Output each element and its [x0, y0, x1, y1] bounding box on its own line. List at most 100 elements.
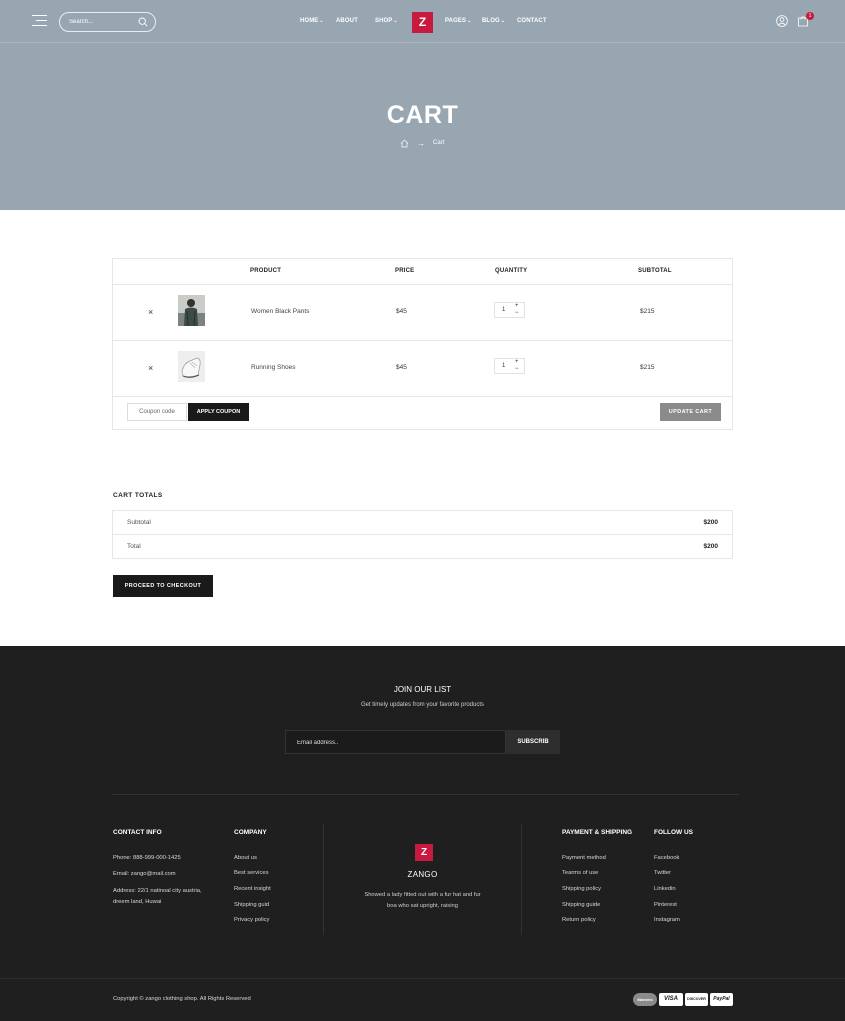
company-title: COMPANY [234, 829, 267, 836]
product-thumbnail[interactable] [178, 351, 205, 382]
menu-icon[interactable] [32, 15, 47, 26]
quantity-input[interactable]: 1 [502, 363, 505, 369]
footer-link[interactable]: Shipping guide [562, 902, 600, 908]
social-link-pinterest[interactable]: Pinterest [654, 902, 677, 908]
footer-link[interactable]: Recent insight [234, 886, 271, 892]
product-price: $45 [396, 364, 407, 371]
col-header-price: PRICE [395, 268, 415, 274]
remove-item-button[interactable]: × [148, 307, 153, 317]
search-input[interactable] [69, 16, 139, 28]
nav-blog[interactable]: BLOG⌄ [482, 18, 505, 24]
chevron-down-icon: ⌄ [467, 18, 472, 24]
cart-totals-title: CART TOTALS [113, 492, 163, 499]
top-navigation-bar: HOME⌄ ABOUT SHOP⌄ Z PAGES⌄ BLOG⌄ CONTACT… [0, 0, 845, 43]
footer-column-divider [323, 824, 324, 935]
cart-table: PRODUCT PRICE QUANTITY SUBTOTAL × Women … [112, 258, 733, 430]
contact-phone: Phone: 888-999-000-1425 [113, 855, 181, 861]
social-link-twitter[interactable]: Twitter [654, 870, 671, 876]
quantity-increase-button[interactable]: + [515, 359, 519, 366]
payment-shipping-title: PAYMENT & SHIPPING [562, 829, 633, 836]
newsletter-subtitle: Get timely updates from your favorite pr… [360, 702, 485, 708]
product-name[interactable]: Running Shoes [251, 364, 295, 371]
footer-link[interactable]: Shipping policy [562, 886, 601, 892]
subscribe-button[interactable]: SUBSCRIB [506, 730, 560, 754]
footer-bottom-divider [0, 978, 845, 979]
visa-card-icon: VISA [659, 993, 683, 1006]
newsletter-form [285, 730, 506, 754]
quantity-decrease-button[interactable]: − [515, 310, 519, 317]
footer-link[interactable]: About us [234, 855, 257, 861]
cart-row: × Women Black Pants $45 1 + − $215 [113, 285, 732, 341]
quantity-input[interactable]: 1 [502, 307, 505, 313]
maestro-card-icon: Maestro [633, 993, 657, 1006]
cart-totals-table: Subtotal $200 Total $200 [112, 510, 733, 559]
product-subtotal: $215 [640, 364, 655, 371]
product-name[interactable]: Women Black Pants [251, 308, 309, 315]
update-cart-button[interactable]: UPDATE CART [660, 403, 721, 421]
total-row: Total $200 [113, 535, 732, 559]
arrow-right-icon: → [417, 139, 425, 148]
proceed-to-checkout-button[interactable]: PROCEED TO CHECKOUT [113, 575, 213, 597]
chevron-down-icon: ⌄ [500, 18, 506, 24]
search-icon[interactable] [138, 17, 148, 27]
subtotal-value: $200 [703, 519, 718, 526]
discover-card-icon: DISCOVER [685, 993, 708, 1006]
nav-home-label: HOME [300, 18, 319, 24]
site-footer: JOIN OUR LIST Get timely updates from yo… [0, 646, 845, 1021]
footer-link[interactable]: Shipping guid [234, 902, 269, 908]
footer-link[interactable]: Payment method [562, 855, 606, 861]
home-icon[interactable] [400, 139, 409, 148]
footer-logo[interactable]: Z [415, 844, 433, 861]
cart-count-badge: 1 [806, 12, 814, 20]
quantity-increase-button[interactable]: + [515, 303, 519, 310]
nav-about-label: ABOUT [336, 18, 358, 24]
paypal-card-icon: PayPal [710, 993, 733, 1006]
chevron-down-icon: ⌄ [393, 18, 398, 24]
footer-column-divider [521, 824, 522, 935]
chevron-down-icon: ⌄ [319, 18, 324, 24]
footer-brand-description: Showed a lady fitted out with a fur hat … [364, 892, 481, 909]
col-header-subtotal: SUBTOTAL [638, 268, 672, 274]
nav-contact-label: CONTACT [517, 18, 547, 24]
footer-link[interactable]: Privacy policy [234, 917, 269, 923]
social-link-facebook[interactable]: Facebook [654, 855, 679, 861]
email-field[interactable] [297, 736, 487, 749]
nav-shop-label: SHOP [375, 18, 393, 24]
col-header-quantity: QUANTITY [495, 268, 528, 274]
nav-contact[interactable]: CONTACT [517, 18, 547, 24]
page-title: CART [386, 101, 459, 129]
search-box [59, 12, 156, 32]
hero-banner: HOME⌄ ABOUT SHOP⌄ Z PAGES⌄ BLOG⌄ CONTACT… [0, 0, 845, 210]
newsletter-title: JOIN OUR LIST [393, 685, 452, 694]
apply-coupon-button[interactable]: APPLY COUPON [188, 403, 249, 421]
cart-table-header: PRODUCT PRICE QUANTITY SUBTOTAL [113, 259, 732, 285]
copyright-text: Copyright © zango clothing shop. All Rig… [113, 996, 251, 1002]
col-header-product: PRODUCT [250, 268, 282, 274]
contact-info-title: CONTACT INFO [113, 829, 162, 836]
breadcrumb-current: Cart [433, 140, 445, 146]
nav-shop[interactable]: SHOP⌄ [375, 18, 398, 24]
user-icon[interactable] [776, 15, 788, 27]
social-link-instagram[interactable]: Instagram [654, 917, 680, 923]
social-link-linkedin[interactable]: Linkedin [654, 886, 676, 892]
follow-us-title: FOLLOW US [654, 829, 693, 836]
nav-about[interactable]: ABOUT [336, 18, 358, 24]
site-logo[interactable]: Z [412, 12, 433, 33]
footer-link[interactable]: Tearms of use [562, 870, 598, 876]
product-thumbnail[interactable] [178, 295, 205, 326]
nav-pages[interactable]: PAGES⌄ [445, 18, 471, 24]
subtotal-label: Subtotal [127, 519, 151, 526]
nav-home[interactable]: HOME⌄ [300, 18, 324, 24]
contact-address: Address: 22/1 natinoal city austria, dre… [113, 888, 202, 905]
footer-divider [112, 794, 739, 795]
cart-row: × Running Shoes $45 1 + − $215 [113, 341, 732, 397]
footer-brand-name: ZANGO [407, 870, 438, 879]
quantity-decrease-button[interactable]: − [515, 366, 519, 373]
subtotal-row: Subtotal $200 [113, 511, 732, 535]
remove-item-button[interactable]: × [148, 363, 153, 373]
product-price: $45 [396, 308, 407, 315]
quantity-stepper: 1 + − [494, 302, 525, 318]
total-value: $200 [703, 543, 718, 550]
coupon-code-input[interactable]: Coupon code [127, 403, 187, 421]
footer-link[interactable]: Return policy [562, 917, 596, 923]
